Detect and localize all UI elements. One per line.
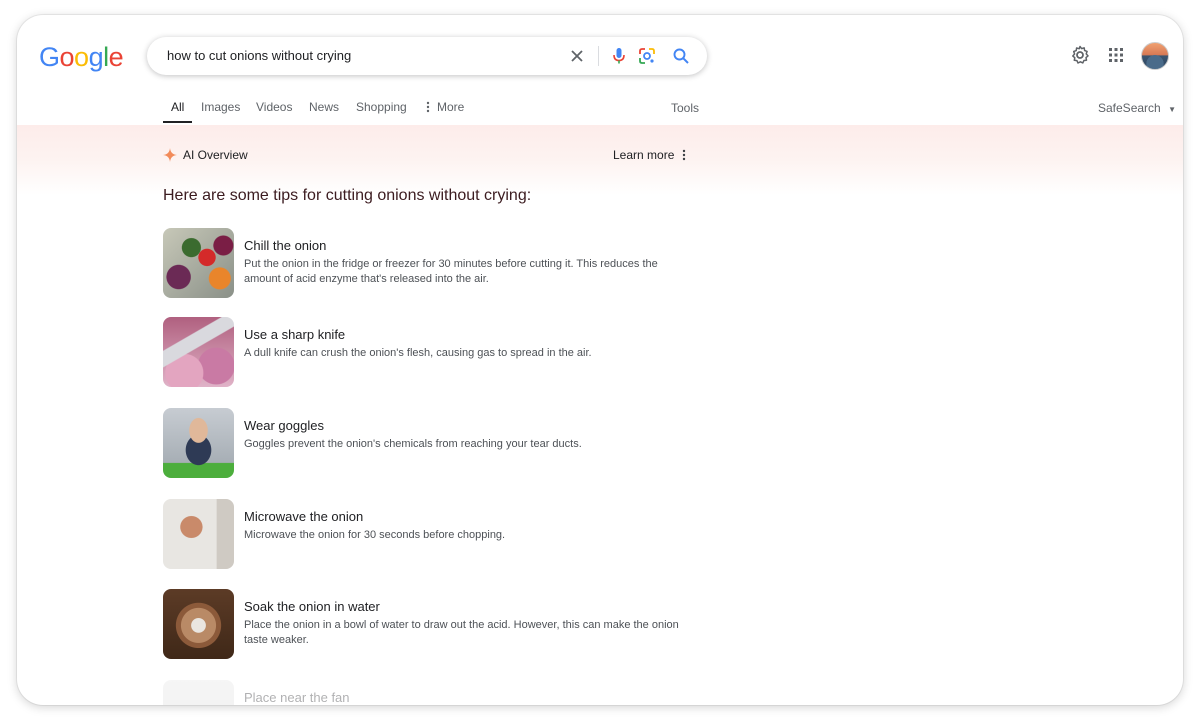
apps-grid-icon[interactable] [1105,44,1127,66]
knife-onion-thumbnail [163,317,234,387]
tab-news[interactable]: News [309,100,339,114]
tab-images[interactable]: Images [201,100,240,114]
camera-lens-icon[interactable] [637,46,657,66]
google-logo[interactable]: Google [39,42,124,73]
tip-description: Goggles prevent the onion's chemicals fr… [244,438,582,450]
tab-videos[interactable]: Videos [256,100,292,114]
tip-description: Put the onion in the fridge or freezer f… [244,258,658,285]
search-input[interactable]: how to cut onions without crying [167,48,351,63]
tip-title: Chill the onion [244,238,327,253]
caret-down-icon: ▼ [1168,105,1176,114]
chilled-vegetables-thumbnail [163,228,234,298]
gear-icon[interactable] [1069,44,1091,66]
tip-title: Soak the onion in water [244,599,380,614]
more-vert-icon [426,101,430,113]
search-box[interactable]: how to cut onions without crying [147,37,707,75]
close-icon[interactable] [567,46,587,66]
ai-overview-label: AI Overview [163,148,248,162]
tip-description: Place the onion in a bowl of water to dr… [244,619,679,646]
active-tab-indicator [163,121,192,123]
tab-more-label: More [437,100,465,114]
learn-more-button[interactable]: Learn more [613,148,686,162]
avatar[interactable] [1141,42,1169,70]
goggles-person-thumbnail [163,408,234,478]
sparkle-icon [163,148,177,162]
tab-all[interactable]: All [171,100,184,114]
microphone-icon[interactable] [609,46,629,66]
search-icon[interactable] [671,46,691,66]
tip-title: Use a sharp knife [244,327,346,342]
tip-description: Microwave the onion for 30 seconds befor… [244,529,506,541]
tip-description: A dull knife can crush the onion's flesh… [244,347,592,359]
tip-title: Microwave the onion [244,509,364,524]
tip-thumbnail [163,680,234,705]
more-vert-icon[interactable] [682,149,686,161]
microwave-thumbnail [163,499,234,569]
ai-overview-text: AI Overview [183,148,248,162]
tip-title: Wear goggles [244,418,324,433]
tab-more[interactable]: More [426,100,464,114]
tab-shopping[interactable]: Shopping [356,100,407,114]
learn-more-label: Learn more [613,148,675,162]
ai-overview-heading: Here are some tips for cutting onions wi… [163,187,532,204]
onion-bowl-thumbnail [163,589,234,659]
tools-button[interactable]: Tools [671,101,699,115]
tip-title: Place near the fan [244,690,350,705]
safesearch-label: SafeSearch [1098,101,1161,115]
safesearch-button[interactable]: SafeSearch ▼ [1098,101,1176,115]
browser-window: Google how to cut onions without crying [17,15,1183,705]
search-divider [598,46,599,66]
